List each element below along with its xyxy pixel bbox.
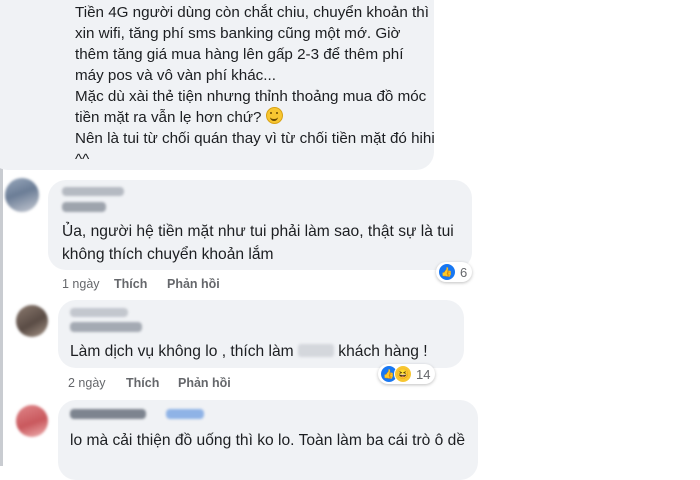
like-button[interactable]: Thích	[114, 277, 147, 291]
avatar[interactable]	[5, 178, 39, 212]
blurred-badge	[62, 187, 124, 196]
comment-text: Ủa, người hệ tiền mặt như tui phải làm s…	[62, 223, 454, 263]
censored-word	[297, 344, 334, 357]
comment-bubble: lo mà cải thiện đồ uống thì ko lo. Toàn …	[58, 400, 478, 480]
comment-bubble: Làm dịch vụ không lo , thích làm khách h…	[58, 300, 464, 368]
reaction-count: 6	[460, 264, 468, 280]
reply-button[interactable]: Phản hồi	[167, 277, 220, 291]
comment-text-part-2: khách hàng !	[333, 343, 428, 360]
blurred-author-name[interactable]	[62, 202, 106, 212]
top-comment-paragraph-1: Tiền 4G người dùng còn chắt chiu, chuyển…	[75, 4, 429, 84]
avatar[interactable]	[16, 405, 48, 437]
smiling-face-emoji-icon	[265, 107, 283, 124]
reaction-count: 14	[416, 366, 431, 382]
top-comment-paragraph-2: Mặc dù xài thẻ tiện nhưng thỉnh thoảng m…	[75, 88, 427, 126]
like-button[interactable]: Thích	[126, 376, 159, 390]
reaction-summary[interactable]: 👍 6	[436, 262, 473, 282]
comment-timestamp[interactable]: 1 ngày	[62, 277, 100, 291]
blurred-badge	[70, 308, 128, 317]
haha-icon: 😆	[394, 365, 412, 383]
blurred-badge	[166, 409, 204, 419]
avatar[interactable]	[16, 305, 48, 337]
blurred-author-name[interactable]	[70, 322, 142, 332]
comment-timestamp[interactable]: 2 ngày	[68, 376, 106, 390]
comment-bubble: Ủa, người hệ tiền mặt như tui phải làm s…	[48, 180, 472, 270]
reaction-summary[interactable]: 👍 😆 14	[378, 364, 436, 384]
comment-text: Làm dịch vụ không lo , thích làm khách h…	[70, 340, 462, 363]
like-icon: 👍	[438, 263, 456, 281]
comment-text-part-1: Làm dịch vụ không lo , thích làm	[70, 343, 298, 360]
top-comment-paragraph-3: Nên là tui từ chối quán thay vì từ chối …	[75, 130, 435, 168]
reply-button[interactable]: Phản hồi	[178, 376, 231, 390]
top-comment-text: Tiền 4G người dùng còn chắt chiu, chuyển…	[75, 2, 435, 170]
comment-text: lo mà cải thiện đồ uống thì ko lo. Toàn …	[70, 432, 465, 449]
blurred-author-name[interactable]	[70, 409, 146, 419]
